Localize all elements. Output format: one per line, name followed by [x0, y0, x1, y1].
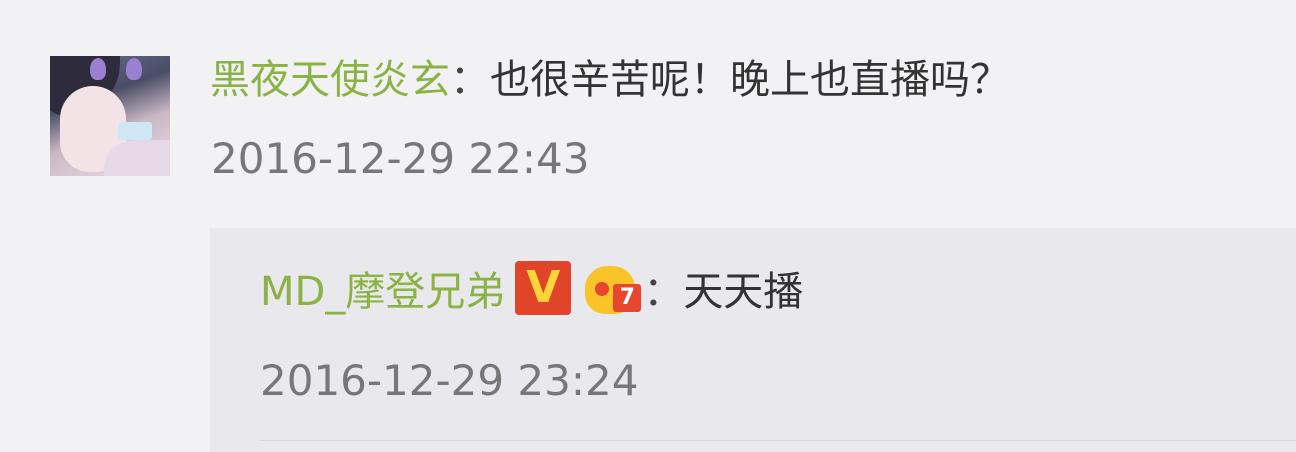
avatar-sticker [118, 122, 152, 140]
level-badge: 7 [613, 284, 642, 312]
reply-line: MD_摩登兄弟 V 7 ： 天天播 [260, 258, 803, 318]
comment-text: 也很辛苦呢！晚上也直播吗？ [490, 57, 1010, 103]
comment-timestamp: 2016-12-29 22:43 [211, 134, 590, 183]
member-crown-icon[interactable]: 7 [583, 260, 643, 316]
reply-separator: ： [643, 269, 684, 315]
comment-item: 黑夜天使炎玄 ： 也很辛苦呢！晚上也直播吗？ 2016-12-29 22:43 … [0, 0, 1296, 452]
comment-separator: ： [450, 57, 490, 103]
reply-username[interactable]: MD_摩登兄弟 [260, 259, 505, 317]
avatar-ear-right [126, 58, 142, 80]
avatar-ear-left [90, 58, 106, 80]
divider [260, 440, 1296, 441]
reply-text: 天天播 [683, 269, 804, 315]
comment-username[interactable]: 黑夜天使炎玄 [210, 47, 450, 105]
vip-badge-icon[interactable]: V [515, 261, 572, 315]
avatar[interactable] [50, 56, 170, 176]
reply-timestamp: 2016-12-29 23:24 [260, 356, 639, 405]
comment-line: 黑夜天使炎玄 ： 也很辛苦呢！晚上也直播吗？ [210, 46, 1010, 106]
reply-box: MD_摩登兄弟 V 7 ： 天天播 2016-12-29 23:24 [210, 228, 1296, 452]
